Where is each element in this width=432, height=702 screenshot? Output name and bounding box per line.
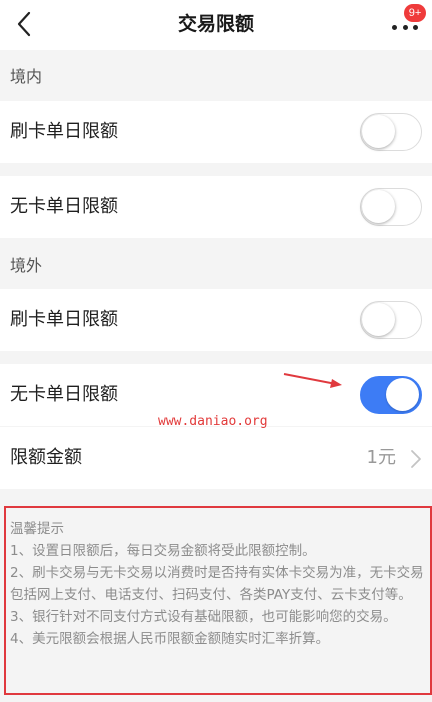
more-button[interactable]: 9+	[388, 4, 426, 42]
section-label-domestic: 境内	[10, 67, 43, 86]
watermark-text: www.daniao.org	[158, 414, 268, 429]
tips-box: 温馨提示 1、设置日限额后，每日交易金额将受此限额控制。 2、刷卡交易与无卡交易…	[4, 506, 432, 695]
nav-bar: 交易限额 9+	[0, 0, 432, 50]
domestic-cardless-daily-limit-toggle[interactable]	[360, 188, 422, 226]
notification-badge: 9+	[404, 4, 426, 22]
annotation-arrow-icon	[283, 373, 342, 388]
tips-item: 3、银行针对不同支付方式设有基础限额，也可能影响您的交易。	[10, 609, 397, 625]
toggle-knob	[362, 115, 395, 148]
domestic-cardless-daily-limit-label: 无卡单日限额	[10, 196, 118, 217]
domestic-card-daily-limit-toggle[interactable]	[360, 113, 422, 151]
limit-amount-value: 1元	[366, 447, 396, 468]
tips-item: 1、设置日限额后，每日交易金额将受此限额控制。	[10, 543, 316, 559]
domestic-card-daily-limit-row: 刷卡单日限额	[0, 101, 432, 163]
toggle-knob	[362, 303, 395, 336]
tips-title: 温馨提示	[10, 521, 64, 537]
limit-amount-row[interactable]: 限额金额 1元	[0, 427, 432, 489]
chevron-right-icon	[411, 450, 421, 468]
overseas-cardless-daily-limit-toggle[interactable]	[360, 376, 422, 414]
overseas-card-daily-limit-label: 刷卡单日限额	[10, 309, 118, 330]
domestic-cardless-daily-limit-row: 无卡单日限额	[0, 176, 432, 238]
more-dots-icon	[392, 25, 418, 31]
domestic-card-daily-limit-label: 刷卡单日限额	[10, 121, 118, 142]
section-label-overseas: 境外	[10, 256, 43, 275]
toggle-knob	[386, 378, 419, 411]
tips-item: 4、美元限额会根据人民币限额金额随实时汇率折算。	[10, 631, 330, 647]
toggle-knob	[362, 190, 395, 223]
tips-item: 2、刷卡交易与无卡交易以消费时是否持有实体卡交易为准，无卡交易包括网上支付、电话…	[10, 565, 424, 603]
overseas-card-daily-limit-toggle[interactable]	[360, 301, 422, 339]
limit-amount-label: 限额金额	[10, 447, 82, 468]
overseas-cardless-daily-limit-label: 无卡单日限额	[10, 384, 118, 405]
page-title: 交易限额	[177, 13, 254, 35]
overseas-card-daily-limit-row: 刷卡单日限额	[0, 289, 432, 351]
